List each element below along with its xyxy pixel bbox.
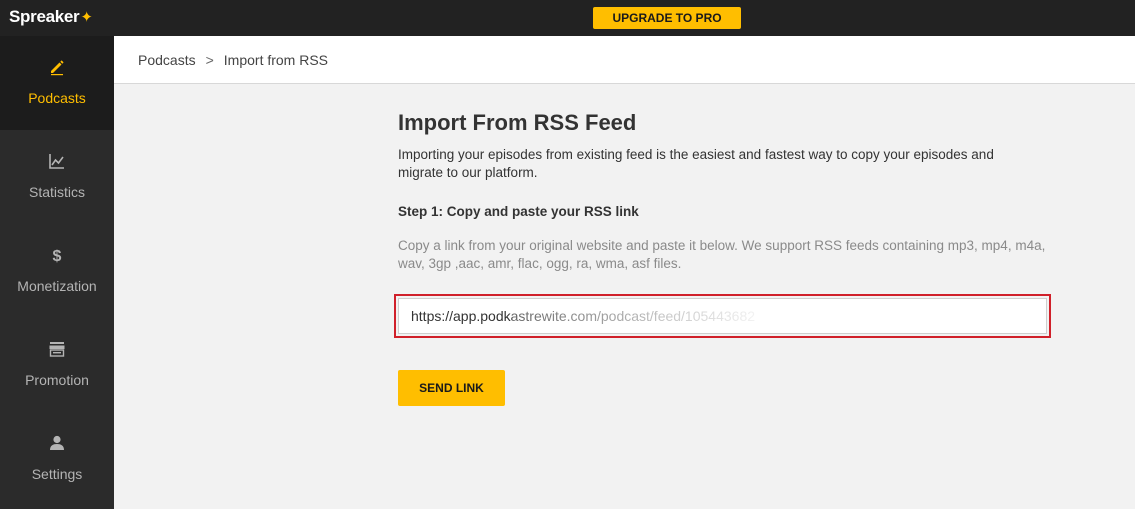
sidebar-item-label: Monetization: [17, 278, 97, 294]
svg-text:$: $: [53, 248, 62, 264]
sidebar-item-label: Statistics: [28, 184, 85, 200]
spreaker-logo[interactable]: Spreaker✦: [9, 7, 93, 27]
breadcrumb: Podcasts > Import from RSS: [138, 52, 328, 68]
step-title: Step 1: Copy and paste your RSS link: [398, 204, 639, 219]
pencil-icon: [0, 58, 114, 76]
dollar-icon: $: [0, 246, 114, 264]
sidebar-item-label: Promotion: [25, 372, 89, 388]
sidebar-item-label: Podcasts: [28, 90, 86, 106]
chart-icon: [0, 152, 114, 170]
rss-hint-text: Copy a link from your original website a…: [398, 238, 1046, 271]
storefront-icon: [0, 340, 114, 358]
breadcrumb-podcasts-link[interactable]: Podcasts: [138, 52, 196, 68]
upgrade-to-pro-button[interactable]: UPGRADE TO PRO: [593, 7, 741, 29]
sidebar-item-label: Settings: [31, 466, 83, 482]
sidebar-item-podcasts[interactable]: Podcasts: [0, 36, 114, 130]
page-title: Import From RSS Feed: [398, 110, 637, 135]
breadcrumb-separator: >: [205, 52, 214, 68]
import-rss-panel: Import From RSS Feed Importing your epis…: [398, 110, 1058, 273]
breadcrumb-current: Import from RSS: [223, 52, 329, 68]
rss-url-input[interactable]: [398, 298, 1047, 334]
user-icon: [0, 434, 114, 452]
sidebar-item-monetization[interactable]: $ Monetization: [0, 224, 114, 318]
page-description: Importing your episodes from existing fe…: [398, 147, 994, 180]
send-link-button[interactable]: SEND LINK: [398, 370, 505, 406]
breadcrumb-bar: Podcasts > Import from RSS: [114, 36, 1135, 84]
logo-text: Spreaker: [9, 7, 80, 26]
sidebar-item-statistics[interactable]: Statistics: [0, 130, 114, 224]
top-bar: Spreaker✦ UPGRADE TO PRO: [0, 0, 1135, 36]
sidebar-item-settings[interactable]: Settings: [0, 412, 114, 506]
sidebar: Podcasts Statistics $ Monetization Promo…: [0, 36, 114, 509]
logo-star-icon: ✦: [80, 9, 93, 26]
sidebar-item-promotion[interactable]: Promotion: [0, 318, 114, 412]
